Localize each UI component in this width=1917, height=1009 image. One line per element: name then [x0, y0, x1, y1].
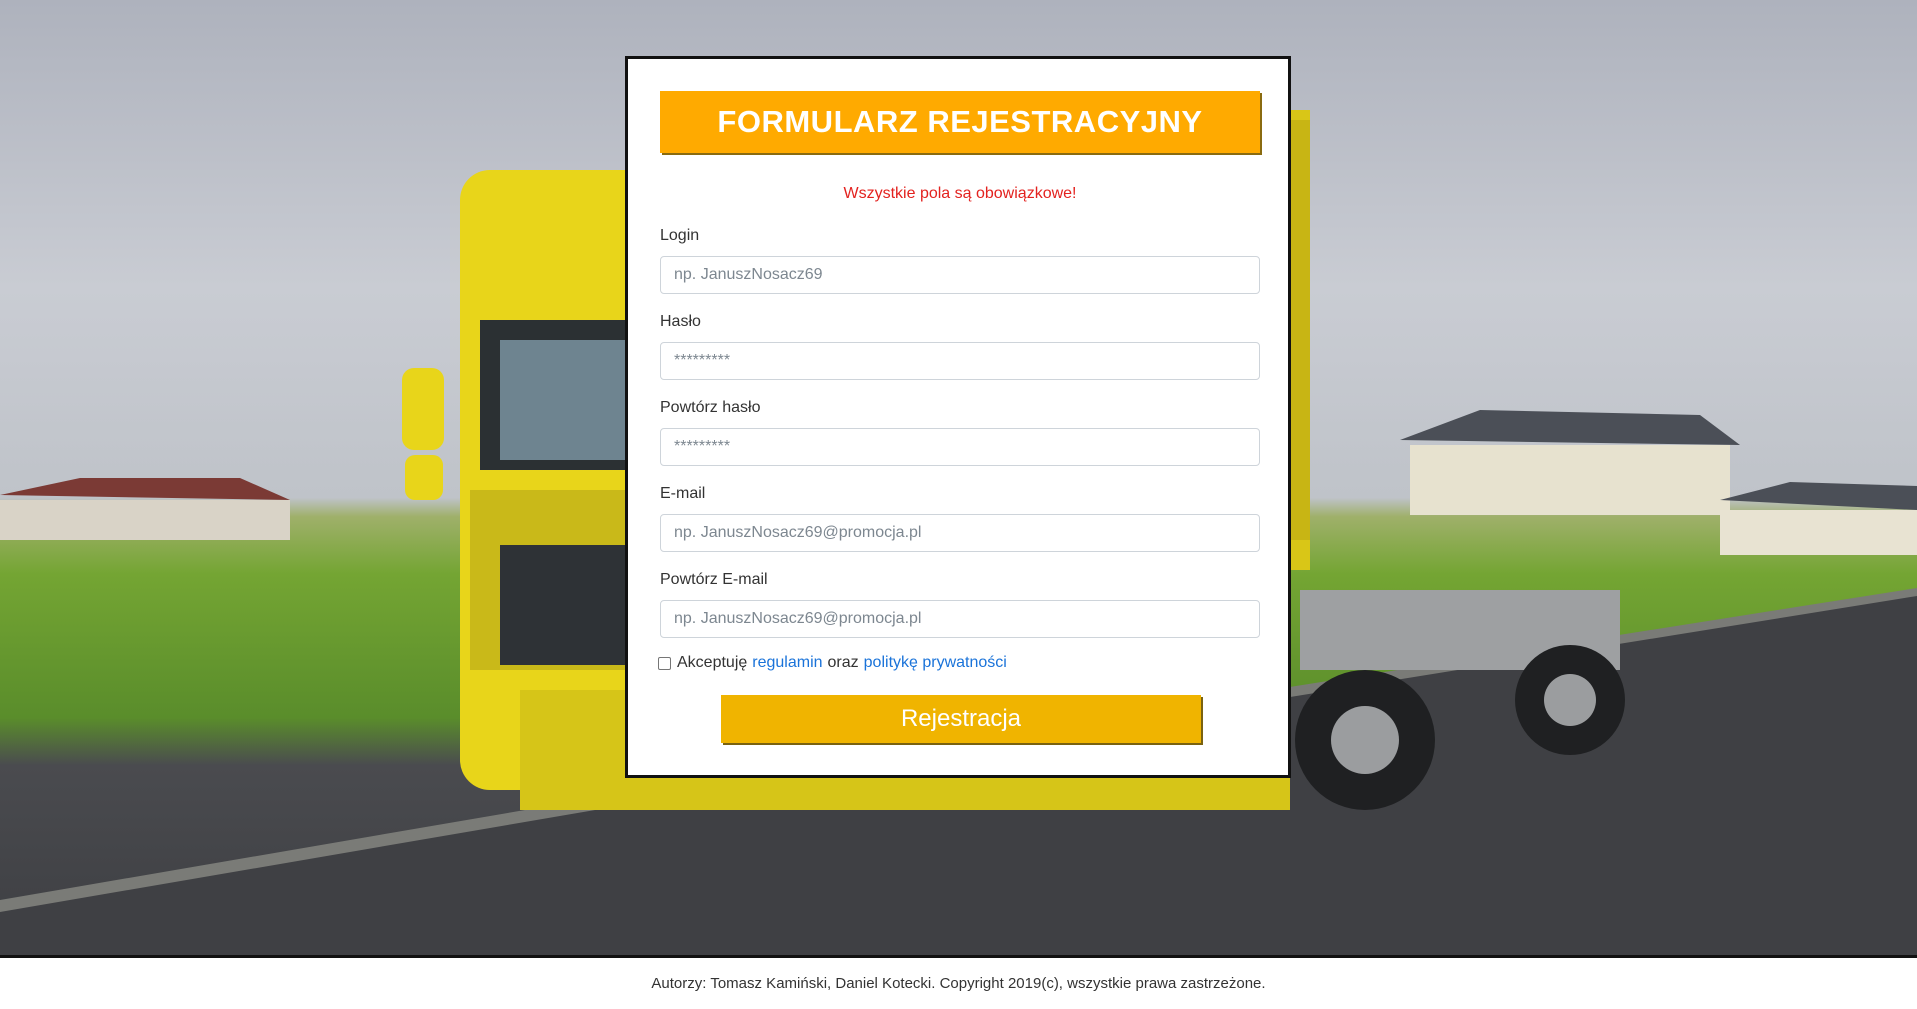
terms-acceptance: Akceptuję regulamin oraz politykę prywat… [658, 654, 1007, 672]
terms-prefix-text: Akceptuję [677, 654, 748, 671]
email-input[interactable] [660, 514, 1260, 552]
password-input[interactable] [660, 342, 1260, 380]
login-label: Login [660, 227, 700, 244]
page-divider [0, 955, 1917, 958]
terms-checkbox[interactable] [658, 656, 671, 670]
login-input[interactable] [660, 256, 1260, 294]
password-label: Hasło [660, 313, 701, 330]
required-fields-note: Wszystkie pola są obowiązkowe! [843, 185, 1077, 202]
repeat-email-label: Powtórz E-mail [660, 571, 768, 588]
repeat-password-input[interactable] [660, 428, 1260, 466]
email-label: E-mail [660, 485, 706, 502]
repeat-password-label: Powtórz hasło [660, 399, 761, 416]
registration-form: FORMULARZ REJESTRACYJNY Wszystkie pola s… [625, 56, 1291, 778]
terms-link[interactable]: regulamin [752, 654, 822, 672]
terms-middle-text: oraz [827, 654, 859, 671]
register-button[interactable]: Rejestracja [721, 695, 1201, 743]
privacy-policy-link[interactable]: politykę prywatności [864, 654, 1007, 672]
footer-copyright: Autorzy: Tomasz Kamiński, Daniel Kotecki… [651, 975, 1266, 992]
form-title: FORMULARZ REJESTRACYJNY [660, 91, 1260, 153]
repeat-email-input[interactable] [660, 600, 1260, 638]
